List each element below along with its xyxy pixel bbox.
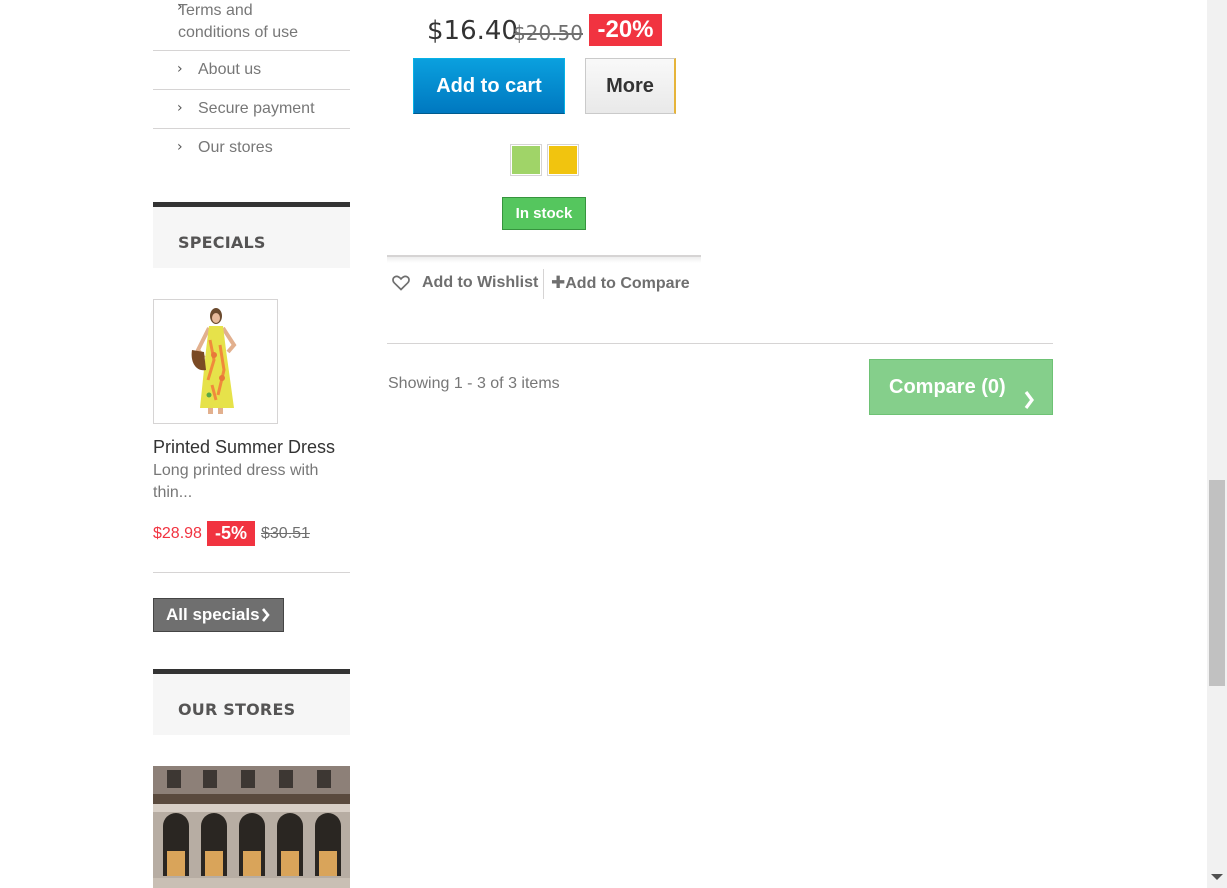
- add-to-cart-button[interactable]: Add to cart: [413, 58, 565, 114]
- divider: [543, 269, 544, 299]
- stores-block-title[interactable]: OUR STORES: [153, 669, 350, 735]
- chevron-right-icon: ›: [177, 0, 183, 15]
- special-price: $28.98: [153, 525, 202, 542]
- info-link-about[interactable]: › About us: [153, 51, 350, 90]
- divider: [387, 343, 1053, 344]
- special-product-description: Long printed dress with thin...: [153, 462, 319, 501]
- stores-heading: OUR STORES: [178, 700, 296, 719]
- product-count: Showing 1 - 3 of 3 items: [388, 375, 560, 392]
- store-photo[interactable]: [153, 766, 350, 888]
- compare-label: Add to Compare: [565, 275, 690, 292]
- scrollbar-thumb[interactable]: [1209, 480, 1225, 686]
- chevron-right-icon: [1023, 377, 1035, 431]
- compare-button-label: Compare (0): [889, 376, 1006, 398]
- specials-heading: SPECIALS: [178, 233, 266, 252]
- special-reduction-badge: -5%: [207, 521, 256, 546]
- more-button[interactable]: More: [585, 58, 676, 114]
- availability-badge: In stock: [502, 197, 586, 230]
- info-link-our-stores[interactable]: › Our stores: [153, 129, 350, 167]
- info-link-label: Terms and conditions of use: [178, 2, 299, 41]
- chevron-right-icon: ›: [177, 139, 183, 155]
- all-specials-button[interactable]: All specials: [153, 598, 284, 632]
- scroll-down-arrow-icon[interactable]: [1211, 874, 1223, 880]
- info-link-label: About us: [198, 61, 262, 78]
- special-product-name[interactable]: Printed Summer Dress: [153, 437, 335, 458]
- heart-icon: [392, 275, 410, 291]
- color-swatch-yellow[interactable]: [547, 144, 579, 176]
- chevron-right-icon: ›: [177, 61, 183, 77]
- product-price: $16.40: [427, 16, 518, 46]
- info-link-label: Our stores: [198, 139, 273, 156]
- vertical-scrollbar[interactable]: [1207, 0, 1227, 888]
- product-old-price: $20.50: [513, 21, 583, 45]
- add-to-compare-link[interactable]: ✚Add to Compare: [551, 272, 690, 294]
- compare-button[interactable]: Compare (0): [869, 359, 1053, 415]
- chevron-right-icon: ›: [177, 100, 183, 116]
- swatch-color: [512, 146, 540, 174]
- color-swatch-green[interactable]: [510, 144, 542, 176]
- all-specials-label: All specials: [166, 605, 260, 624]
- chevron-right-icon: [261, 599, 271, 642]
- special-product-image[interactable]: [153, 299, 278, 424]
- plus-icon: ✚: [551, 273, 566, 293]
- special-old-price: $30.51: [261, 525, 310, 542]
- swatch-color: [549, 146, 577, 174]
- divider: [153, 572, 350, 573]
- information-links: › Terms and conditions of use › About us…: [153, 0, 350, 167]
- functional-buttons-shadow: [387, 257, 701, 263]
- specials-block-title[interactable]: SPECIALS: [153, 202, 350, 268]
- info-link-terms[interactable]: › Terms and conditions of use: [153, 0, 350, 51]
- storefront-image: [153, 766, 350, 888]
- product-reduction-badge: -20%: [589, 14, 662, 46]
- wishlist-label: Add to Wishlist: [422, 274, 539, 291]
- dress-product-photo: [154, 300, 277, 423]
- info-link-label: Secure payment: [198, 100, 315, 117]
- info-link-secure-payment[interactable]: › Secure payment: [153, 90, 350, 129]
